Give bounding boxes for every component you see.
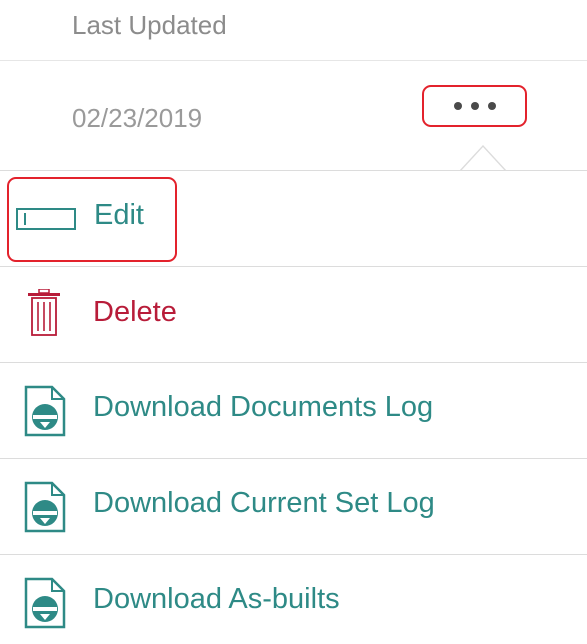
menu-item-label: Download Current Set Log — [93, 487, 435, 519]
menu-item-label: Delete — [93, 296, 177, 328]
last-updated-value: 02/23/2019 — [72, 103, 203, 133]
ellipsis-icon — [453, 102, 462, 110]
column-header-last-updated[interactable]: Last Updated — [72, 10, 227, 41]
menu-item-download-as-builts[interactable]: Download As-builts — [0, 555, 587, 644]
edit-icon — [16, 208, 76, 230]
ellipsis-icon — [487, 102, 496, 110]
menu-item-download-documents-log[interactable]: Download Documents Log — [0, 363, 587, 459]
more-actions-button[interactable] — [422, 85, 527, 127]
document-download-icon — [24, 577, 66, 629]
document-download-icon — [24, 481, 66, 533]
menu-item-edit[interactable]: Edit — [0, 171, 587, 267]
page: Last Updated 02/23/2019 Edit Delete Down… — [0, 0, 587, 644]
table-header-row: Last Updated — [0, 0, 587, 61]
menu-item-download-current-set-log[interactable]: Download Current Set Log — [0, 459, 587, 555]
actions-menu: Edit Delete Download Documents Log Downl… — [0, 170, 587, 644]
menu-item-label: Download Documents Log — [93, 391, 434, 423]
document-download-icon — [24, 385, 66, 437]
menu-pointer-fill — [460, 147, 506, 172]
trash-icon — [28, 289, 60, 336]
menu-item-label: Download As-builts — [93, 583, 340, 615]
ellipsis-icon — [470, 102, 479, 110]
menu-item-label: Edit — [94, 199, 144, 231]
menu-item-delete[interactable]: Delete — [0, 267, 587, 363]
